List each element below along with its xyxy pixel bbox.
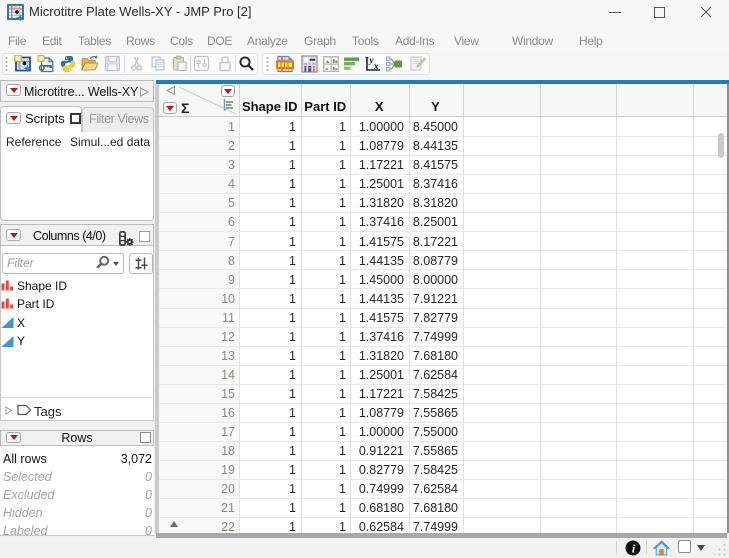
svg-text:x: x — [373, 61, 379, 71]
